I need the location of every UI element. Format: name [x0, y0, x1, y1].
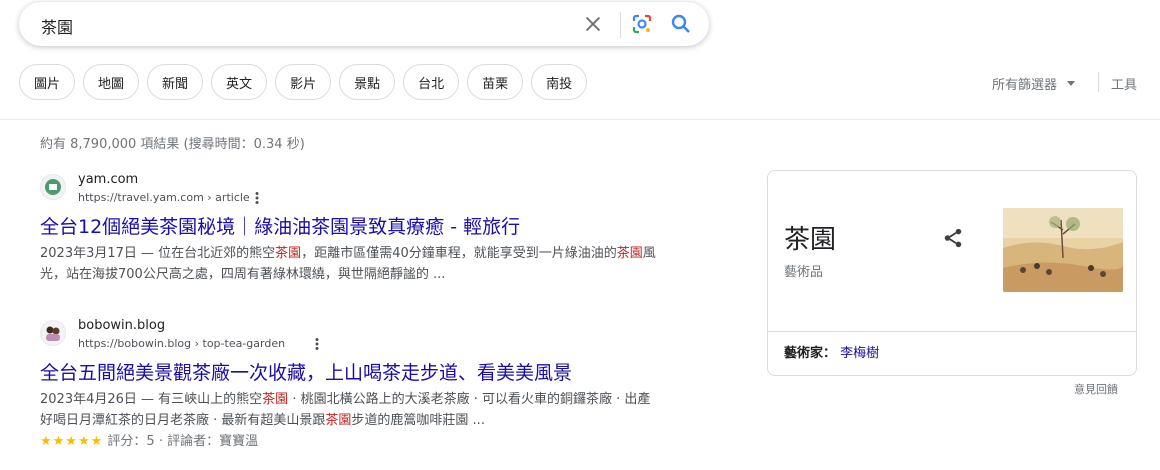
result-source[interactable]: bobowin.blog https://bobowin.blog › top-…: [40, 318, 660, 354]
tools-button[interactable]: 工具: [1111, 74, 1137, 93]
filter-chips: 圖片 地圖 新聞 英文 影片 景點 台北 苗栗 南投: [19, 64, 588, 100]
share-icon[interactable]: [942, 227, 964, 249]
feedback-link[interactable]: 意見回饋: [1074, 381, 1118, 397]
chip-taipei[interactable]: 台北: [403, 64, 460, 100]
review-rating: ★★★★★ 評分：5 · 評論者：寶寶溫: [40, 431, 660, 452]
chip-news[interactable]: 新聞: [147, 64, 204, 100]
result-stats: 約有 8,790,000 項結果 (搜尋時間：0.34 秒): [40, 137, 305, 152]
kp-subtitle: 藝術品: [784, 265, 824, 280]
yam-logo-icon: [45, 179, 61, 195]
kp-divider: [768, 331, 1136, 332]
knowledge-panel: 茶園 藝術品 藝術家： 李梅樹: [767, 170, 1137, 376]
result-title-link[interactable]: 全台五間絕美景觀茶廠一次收藏，上山喝茶走步道、看美美風景: [40, 358, 660, 385]
chip-miaoli[interactable]: 苗栗: [467, 64, 524, 100]
attr-key: 藝術家：: [784, 346, 837, 361]
snippet-highlight: 茶園: [616, 246, 643, 261]
search-bar[interactable]: 茶園: [19, 2, 709, 46]
divider: [620, 12, 621, 38]
chip-videos[interactable]: 影片: [275, 64, 332, 100]
search-icon[interactable]: [669, 12, 693, 36]
snippet-highlight: 茶園: [275, 246, 302, 261]
result-source[interactable]: yam.com https://travel.yam.com › article: [40, 172, 660, 208]
all-filters-button[interactable]: 所有篩選器: [992, 74, 1076, 93]
snippet-text: 2023年3月17日 — 位在台北近郊的熊空: [40, 246, 276, 261]
close-icon[interactable]: [582, 13, 604, 35]
result-title-link[interactable]: 全台12個絕美茶園秘境｜綠油油茶園景致真療癒 - 輕旅行: [40, 212, 660, 239]
search-result: yam.com https://travel.yam.com › article…: [40, 172, 660, 285]
star-rating-icon: ★★★★★: [40, 434, 104, 449]
kp-attribute-artist: 藝術家： 李梅樹: [784, 342, 879, 361]
site-name: bobowin.blog: [78, 318, 166, 333]
more-options-icon[interactable]: [250, 191, 264, 205]
snippet-text: 2023年4月26日 — 有三峽山上的熊空: [40, 392, 263, 407]
chip-english[interactable]: 英文: [211, 64, 268, 100]
search-input[interactable]: 茶園: [41, 14, 73, 38]
lens-camera-icon[interactable]: [630, 12, 654, 36]
snippet-highlight: 茶園: [262, 392, 289, 407]
result-snippet: 2023年4月26日 — 有三峽山上的熊空茶園 · 桃園北橫公路上的大溪老茶廠 …: [40, 389, 660, 431]
site-url: https://bobowin.blog › top-tea-garden: [78, 337, 286, 350]
site-url: https://travel.yam.com › article: [78, 191, 250, 204]
snippet-text: 步道的鹿篙咖啡莊園 ...: [351, 413, 485, 428]
more-options-icon[interactable]: [310, 337, 324, 351]
rating-text: 評分：5 · 評論者：寶寶溫: [107, 434, 259, 449]
divider: [1098, 72, 1099, 92]
header-divider: [0, 119, 1160, 120]
result-snippet: 2023年3月17日 — 位在台北近郊的熊空茶園，距離市區僅需40分鐘車程，就能…: [40, 243, 660, 285]
chip-nantou[interactable]: 南投: [531, 64, 588, 100]
snippet-highlight: 茶園: [325, 413, 352, 428]
site-favicon: [40, 320, 66, 346]
chip-images[interactable]: 圖片: [19, 64, 76, 100]
site-name: yam.com: [78, 172, 139, 187]
bobowin-avatar-icon: [46, 326, 60, 341]
artist-link[interactable]: 李梅樹: [840, 346, 879, 361]
kp-title: 茶園: [784, 225, 837, 255]
chip-maps[interactable]: 地圖: [83, 64, 140, 100]
caret-down-icon: [1067, 81, 1076, 86]
search-result: bobowin.blog https://bobowin.blog › top-…: [40, 318, 660, 452]
all-filters-label: 所有篩選器: [992, 78, 1058, 93]
site-favicon: [40, 174, 66, 200]
artwork-thumbnail[interactable]: [1003, 208, 1123, 292]
painting-image: [1003, 208, 1123, 292]
snippet-text: ，距離市區僅需40分鐘車程，就能享受到一片綠油油的: [301, 246, 617, 261]
chip-attractions[interactable]: 景點: [339, 64, 396, 100]
